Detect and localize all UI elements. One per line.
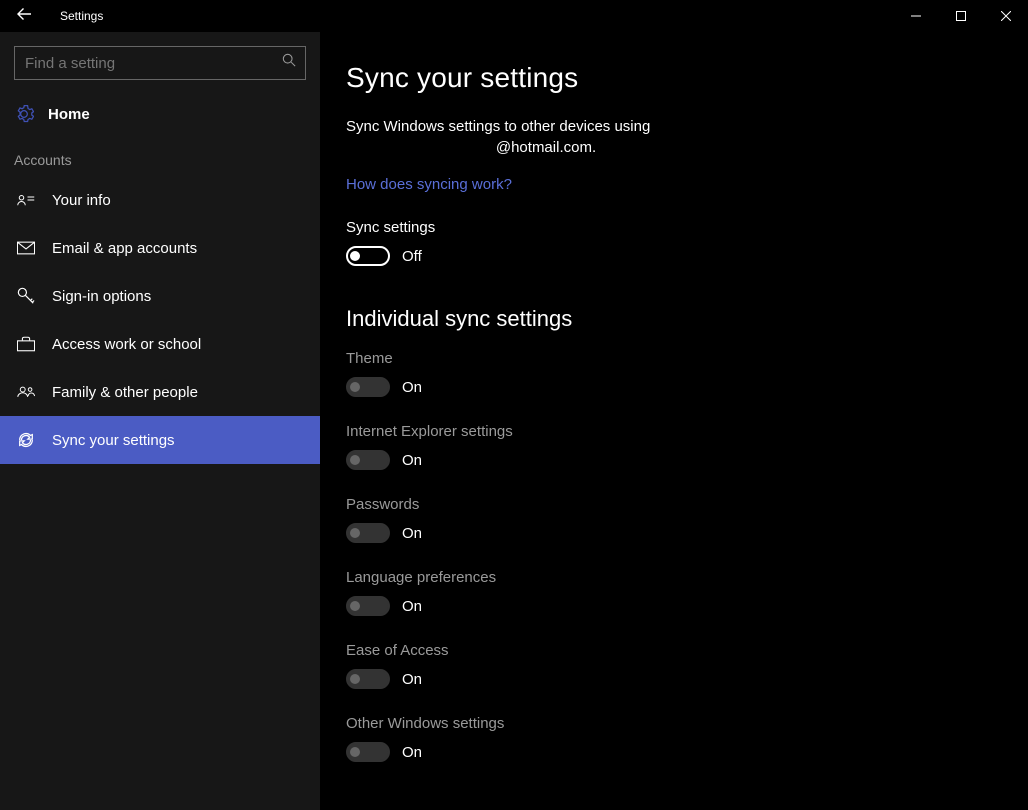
page-title: Sync your settings: [346, 62, 1028, 94]
maximize-button[interactable]: [938, 0, 983, 32]
language-toggle[interactable]: [346, 596, 390, 616]
ie-settings-toggle[interactable]: [346, 450, 390, 470]
passwords-label: Passwords: [346, 496, 1028, 513]
sidebar: Home Accounts Your info Email & app acco…: [0, 32, 320, 810]
sidebar-item-sync-settings[interactable]: Sync your settings: [0, 416, 320, 464]
individual-section-title: Individual sync settings: [346, 306, 1028, 332]
sync-icon: [14, 431, 38, 449]
key-icon: [14, 287, 38, 305]
sidebar-item-signin-options[interactable]: Sign-in options: [0, 272, 320, 320]
sidebar-item-label: Access work or school: [52, 336, 201, 353]
person-card-icon: [14, 191, 38, 209]
window-controls: [893, 0, 1028, 32]
maximize-icon: [956, 11, 966, 21]
passwords-state: On: [402, 525, 422, 542]
theme-label: Theme: [346, 350, 1028, 367]
arrow-left-icon: [16, 6, 32, 22]
sidebar-item-family-people[interactable]: Family & other people: [0, 368, 320, 416]
sidebar-item-label: Family & other people: [52, 384, 198, 401]
sidebar-item-email-accounts[interactable]: Email & app accounts: [0, 224, 320, 272]
briefcase-icon: [14, 335, 38, 353]
ie-settings-state: On: [402, 452, 422, 469]
minimize-button[interactable]: [893, 0, 938, 32]
passwords-toggle[interactable]: [346, 523, 390, 543]
sidebar-section-label: Accounts: [0, 134, 320, 176]
sync-settings-label: Sync settings: [346, 219, 1028, 236]
minimize-icon: [911, 11, 921, 21]
home-label: Home: [48, 106, 90, 123]
mail-icon: [14, 239, 38, 257]
sidebar-item-label: Sign-in options: [52, 288, 151, 305]
other-windows-state: On: [402, 744, 422, 761]
titlebar: Settings: [0, 0, 1028, 32]
ie-settings-label: Internet Explorer settings: [346, 423, 1028, 440]
sidebar-item-label: Your info: [52, 192, 111, 209]
theme-state: On: [402, 379, 422, 396]
other-windows-label: Other Windows settings: [346, 715, 1028, 732]
people-icon: [14, 383, 38, 401]
close-icon: [1001, 11, 1011, 21]
sync-settings-state: Off: [402, 248, 422, 265]
how-sync-works-link[interactable]: How does syncing work?: [346, 176, 1028, 193]
sync-settings-toggle[interactable]: [346, 246, 390, 266]
main-content: Sync your settings Sync Windows settings…: [320, 32, 1028, 810]
search-input[interactable]: [14, 46, 306, 80]
other-windows-toggle[interactable]: [346, 742, 390, 762]
language-state: On: [402, 598, 422, 615]
desc-line2: @hotmail.com.: [346, 137, 746, 158]
sidebar-item-access-work-school[interactable]: Access work or school: [0, 320, 320, 368]
ease-of-access-state: On: [402, 671, 422, 688]
sidebar-item-label: Sync your settings: [52, 432, 175, 449]
back-button[interactable]: [8, 6, 40, 27]
sidebar-item-your-info[interactable]: Your info: [0, 176, 320, 224]
gear-icon: [14, 104, 34, 124]
ease-of-access-label: Ease of Access: [346, 642, 1028, 659]
close-button[interactable]: [983, 0, 1028, 32]
sidebar-item-label: Email & app accounts: [52, 240, 197, 257]
window-title: Settings: [60, 9, 103, 23]
desc-line1: Sync Windows settings to other devices u…: [346, 118, 650, 135]
sync-description: Sync Windows settings to other devices u…: [346, 116, 746, 158]
sidebar-item-home[interactable]: Home: [0, 94, 320, 134]
ease-of-access-toggle[interactable]: [346, 669, 390, 689]
language-label: Language preferences: [346, 569, 1028, 586]
theme-toggle[interactable]: [346, 377, 390, 397]
